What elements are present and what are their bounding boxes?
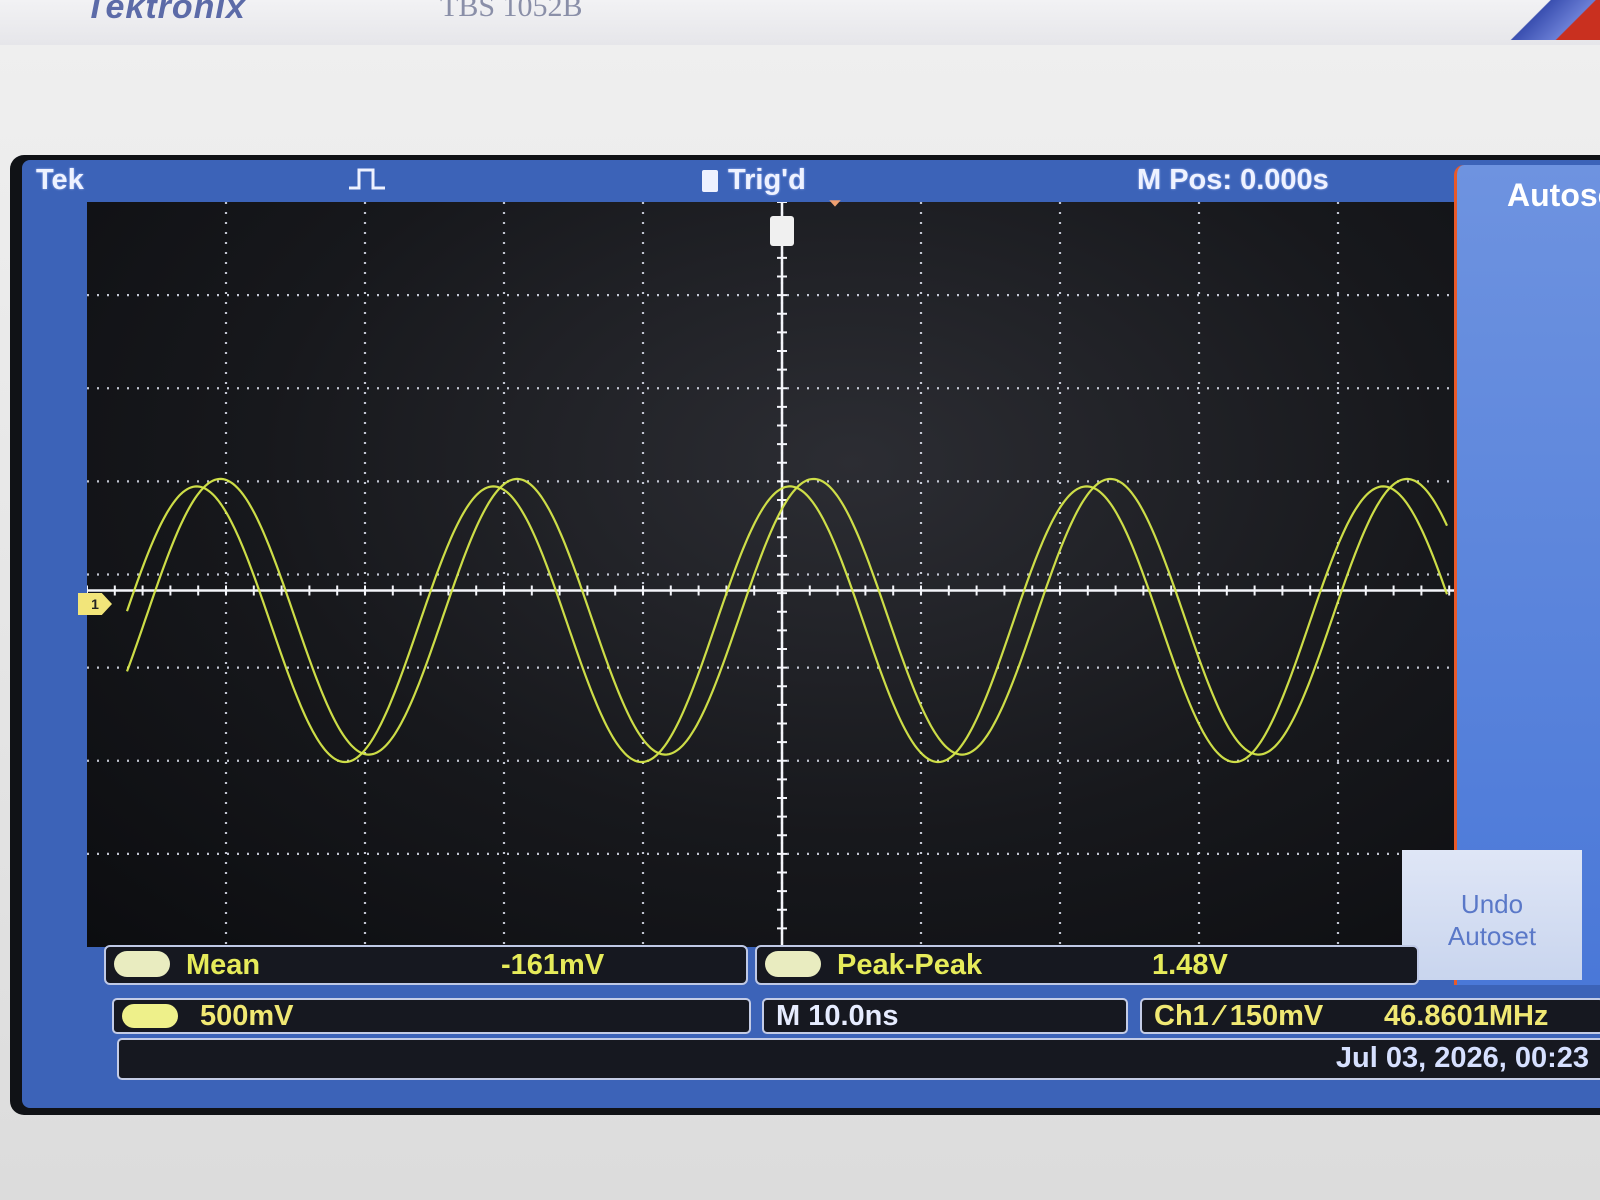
frequency-readout: 46.8601MHz (1384, 1000, 1549, 1032)
instrument-bezel-top: Tektronix TBS 1052B (0, 0, 1600, 47)
trigger-level: Ch1 ∕ 150mV (1154, 1000, 1324, 1032)
undo-autoset-button[interactable]: Undo Autoset (1402, 850, 1582, 980)
pulse-icon (347, 166, 387, 200)
timebase-readout: M 10.0ns (762, 998, 1128, 1034)
undo-label-2: Autoset (1447, 921, 1537, 951)
measurement-peak-peak: Peak-Peak 1.48V (755, 945, 1419, 985)
trigger-flag-icon (702, 170, 718, 192)
measurement-value: 1.48V (1152, 949, 1228, 981)
status-bar: Tek Trig'd M Pos: 0.000s (22, 160, 1482, 198)
waveform-graticule (87, 202, 1477, 947)
brand-tag: Tek (36, 164, 84, 196)
datetime-bar: Jul 03, 2026, 00:23 (117, 1038, 1600, 1080)
scope-screen: Tek Trig'd M Pos: 0.000s 1 Autoset Undo … (22, 160, 1600, 1108)
measurement-source-icon (765, 951, 821, 977)
trigger-state-label: Trig'd (728, 164, 806, 196)
timebase-value: M 10.0ns (776, 1000, 899, 1032)
undo-label-1: Undo (1460, 889, 1524, 919)
waveform-display (87, 202, 1477, 947)
measurement-label: Peak-Peak (837, 949, 983, 981)
measurement-value: -161mV (501, 949, 605, 981)
decorative-stripe (1490, 0, 1600, 40)
side-menu-title: Autoset (1507, 177, 1600, 213)
trigger-position-icon (829, 200, 841, 207)
channel-1-icon (122, 1004, 178, 1028)
measurement-mean: Mean -161mV (104, 945, 748, 985)
waveform-trace (125, 485, 1449, 764)
channel-1-readout: 500mV (112, 998, 751, 1034)
measurement-label: Mean (186, 949, 261, 981)
brand-logo: Tektronix (85, 0, 246, 26)
trigger-time-marker (770, 216, 794, 246)
waveform-trace (125, 477, 1448, 756)
datetime: Jul 03, 2026, 00:23 (1335, 1042, 1589, 1074)
horizontal-position: M Pos: 0.000s (1137, 164, 1329, 196)
measurement-source-icon (114, 951, 170, 977)
ch1-scale: 500mV (200, 1000, 294, 1032)
model-label: TBS 1052B (440, 0, 583, 23)
trigger-readout: Ch1 ∕ 150mV 46.8601MHz (1140, 998, 1600, 1034)
